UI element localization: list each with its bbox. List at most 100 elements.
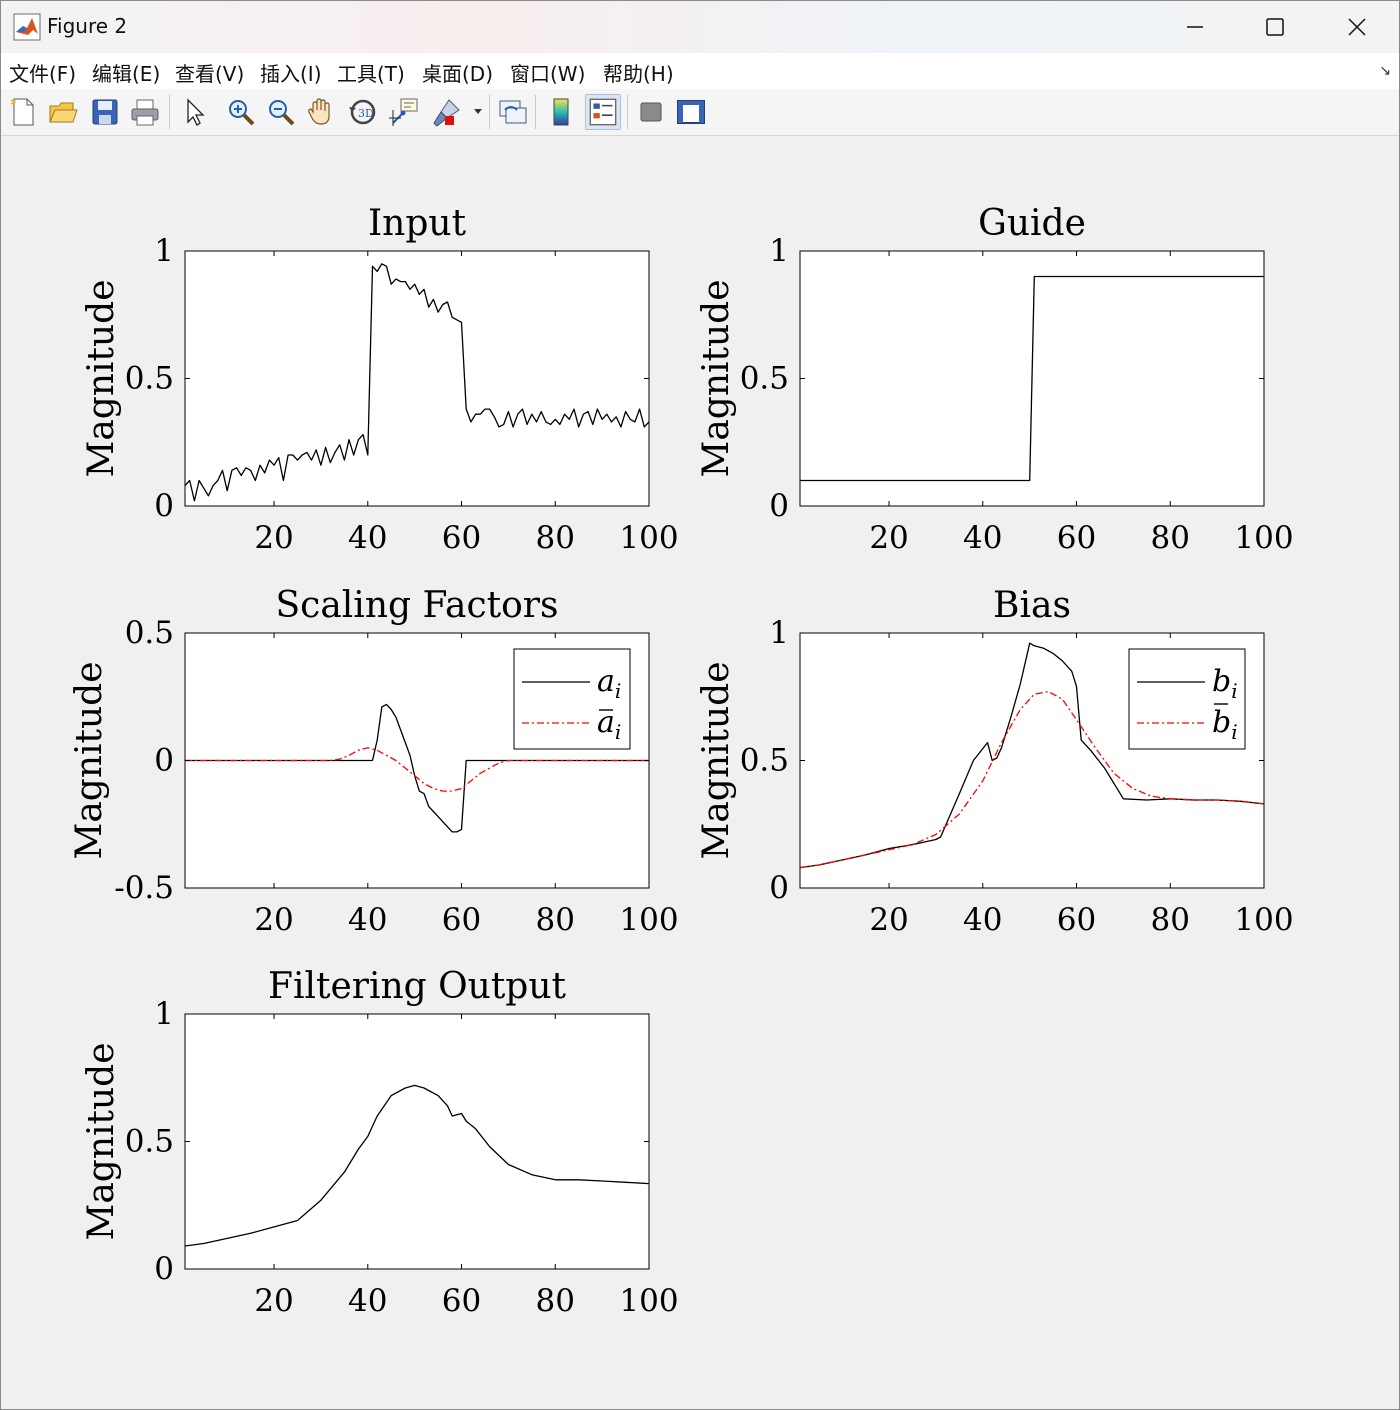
- y-tick-label: 0: [154, 743, 174, 779]
- matlab-logo-icon: [13, 13, 41, 41]
- x-tick-label: 80: [1151, 902, 1190, 938]
- y-tick-label: 1: [769, 233, 789, 269]
- new-figure-icon[interactable]: [7, 96, 39, 128]
- x-tick-label: 40: [963, 520, 1002, 556]
- y-tick-label: 0.5: [125, 1124, 174, 1160]
- zoom-in-icon[interactable]: [225, 96, 257, 128]
- x-tick-label: 100: [619, 1283, 678, 1319]
- axes-input: 20 40 60 80 100 0 0.5 1 Input Magnitude: [81, 203, 679, 556]
- chart-title: Filtering Output: [268, 966, 567, 1007]
- toolbar-separator: [627, 95, 628, 129]
- menu-item-4[interactable]: 工具(T): [337, 58, 405, 87]
- figure-canvas: 20 40 60 80 10000.51InputMagnitude20 40 60 80 10…: [69, 203, 1294, 1319]
- axes-bias: 20 40 60 80 100 0 0.5 1 Bias Magnitude bibi: [696, 585, 1294, 938]
- insert-legend-icon[interactable]: [585, 94, 621, 130]
- menu-item-7[interactable]: 帮助(H): [603, 58, 674, 87]
- open-file-icon[interactable]: [47, 96, 79, 128]
- x-tick-label: 100: [1234, 520, 1293, 556]
- y-axis-label: Magnitude: [696, 661, 737, 859]
- hide-plot-tools-icon[interactable]: [635, 96, 667, 128]
- y-tick-label: 0.5: [125, 361, 174, 397]
- y-tick-label: 0: [154, 488, 174, 524]
- menu-item-5[interactable]: 桌面(D): [422, 58, 493, 87]
- y-tick-label: 1: [769, 615, 789, 651]
- chart-title: Scaling Factors: [276, 585, 559, 626]
- maximize-icon: [1266, 18, 1284, 36]
- y-axis-label: Magnitude: [696, 279, 737, 477]
- brush-dropdown-arrow-icon[interactable]: [473, 108, 483, 116]
- close-icon: [1348, 18, 1366, 36]
- x-tick-label: 80: [1151, 520, 1190, 556]
- legend[interactable]: aiai: [513, 648, 631, 750]
- y-tick-label: 0.5: [125, 615, 174, 651]
- chart-title: Input: [368, 203, 467, 244]
- brush-icon[interactable]: [431, 96, 463, 128]
- menu-item-0[interactable]: 文件(F): [9, 58, 76, 87]
- rotate-3d-icon[interactable]: 3D: [347, 96, 379, 128]
- link-plot-icon[interactable]: [497, 96, 529, 128]
- chart-title: Guide: [978, 203, 1086, 244]
- x-tick-label: 20: [254, 1283, 293, 1319]
- show-plot-tools-icon[interactable]: [675, 96, 707, 128]
- save-icon[interactable]: [89, 96, 121, 128]
- menu-item-3[interactable]: 插入(I): [260, 58, 322, 87]
- x-tick-label: 60: [1057, 520, 1096, 556]
- y-axis-label: Magnitude: [69, 661, 110, 859]
- y-tick-label: 0: [154, 1251, 174, 1287]
- x-tick-label: 60: [442, 902, 481, 938]
- x-tick-label: 40: [963, 902, 1002, 938]
- menu-overflow-arrow-icon[interactable]: ↘: [1379, 63, 1391, 79]
- plot-area: [185, 1014, 649, 1269]
- menu-item-1[interactable]: 编辑(E): [92, 58, 160, 87]
- x-tick-label: 80: [536, 1283, 575, 1319]
- axes-guide: 20 40 60 80 100 0 0.5 1 Guide Magnitude: [696, 203, 1294, 556]
- x-tick-label: 100: [1234, 902, 1293, 938]
- menu-item-2[interactable]: 查看(V): [175, 58, 244, 87]
- x-tick-label: 80: [536, 902, 575, 938]
- y-tick-label: 0.5: [740, 743, 789, 779]
- x-tick-label: 60: [1057, 902, 1096, 938]
- figure-window: Figure 2 ↘ 文件(F) 编辑(E) 查看(V) 插入(I) 工具(T) 桌面(D…: [0, 0, 1400, 1410]
- x-tick-label: 20: [869, 520, 908, 556]
- x-tick-label: 60: [442, 520, 481, 556]
- axes-scaling: 20 40 60 80 100 -0.5 0 0.5 Scaling Factors Magnit…: [69, 585, 679, 938]
- edit-plot-arrow-icon[interactable]: [179, 96, 211, 128]
- svg-text:3D: 3D: [358, 107, 374, 120]
- toolbar-separator: [169, 95, 170, 129]
- y-tick-label: 1: [154, 233, 174, 269]
- zoom-out-icon[interactable]: [265, 96, 297, 128]
- y-tick-label: 0: [769, 870, 789, 906]
- y-tick-label: 1: [154, 996, 174, 1032]
- toolbar-separator: [535, 95, 536, 129]
- chart-title: Bias: [993, 585, 1071, 626]
- menu-item-6[interactable]: 窗口(W): [510, 58, 585, 87]
- x-tick-label: 20: [254, 902, 293, 938]
- x-tick-label: 100: [619, 520, 678, 556]
- y-axis-label: Magnitude: [81, 279, 122, 477]
- x-tick-label: 40: [348, 902, 387, 938]
- close-button[interactable]: [1317, 1, 1397, 53]
- window-title: Figure 2: [47, 14, 128, 38]
- y-tick-label: 0: [769, 488, 789, 524]
- insert-colorbar-icon[interactable]: [545, 96, 577, 128]
- toolbar-separator: [489, 95, 490, 129]
- menu-bar: ↘ 文件(F) 编辑(E) 查看(V) 插入(I) 工具(T) 桌面(D) 窗口(W) 帮助(…: [1, 53, 1399, 89]
- x-tick-label: 40: [348, 520, 387, 556]
- y-axis-label: Magnitude: [81, 1042, 122, 1240]
- x-tick-label: 60: [442, 1283, 481, 1319]
- print-icon[interactable]: [129, 96, 161, 128]
- x-tick-label: 100: [619, 902, 678, 938]
- maximize-button[interactable]: [1235, 1, 1315, 53]
- title-bar[interactable]: Figure 2: [1, 1, 1399, 53]
- y-tick-label: 0.5: [740, 361, 789, 397]
- minimize-button[interactable]: [1155, 1, 1235, 53]
- pan-hand-icon[interactable]: [305, 96, 337, 128]
- x-tick-label: 40: [348, 1283, 387, 1319]
- data-cursor-icon[interactable]: [389, 96, 421, 128]
- x-tick-label: 20: [254, 520, 293, 556]
- x-tick-label: 80: [536, 520, 575, 556]
- legend[interactable]: bibi: [1128, 648, 1246, 750]
- axes-output: 20 40 60 80 100 0 0.5 1 Filtering Output Magnitud…: [81, 966, 679, 1319]
- y-tick-label: -0.5: [114, 870, 174, 906]
- x-tick-label: 20: [869, 902, 908, 938]
